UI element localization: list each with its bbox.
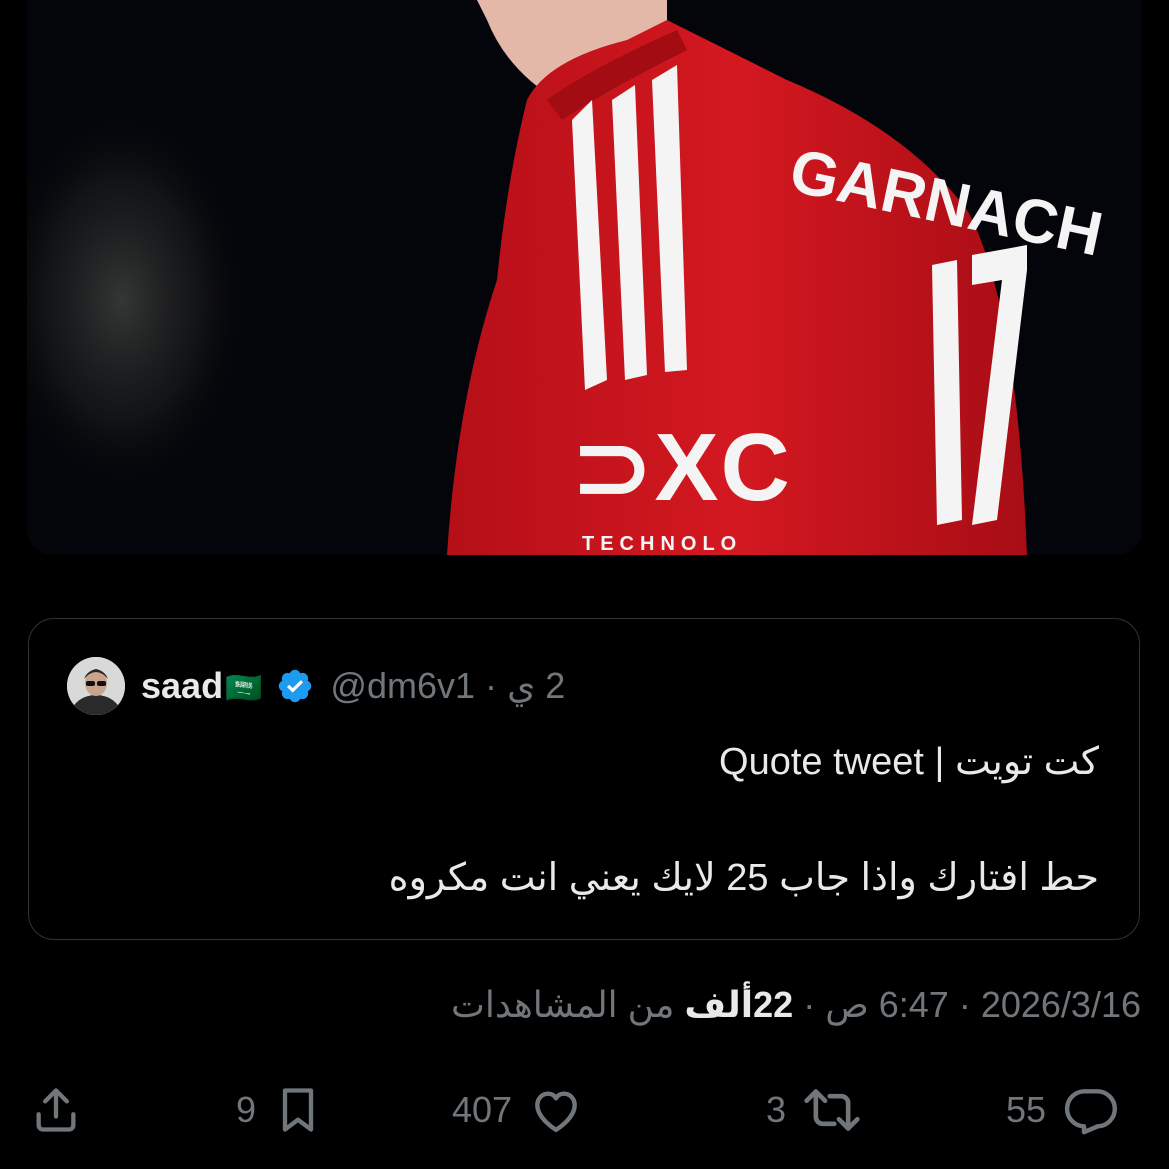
bookmark-button[interactable]: 9 [236,1082,324,1138]
quoted-tweet-text-line-1: كت تويت | Quote tweet [719,741,1099,783]
reply-count: 55 [1006,1089,1047,1130]
handle-text: @dm6v1 [330,665,476,706]
separator-dot: · [803,984,816,1025]
display-name[interactable]: saad [141,665,223,707]
svg-text:TECHNOLO: TECHNOLO [582,533,742,555]
jersey-photo: GARNACH ⊃XC TECHNOLO [27,0,1142,555]
share-upload-icon [30,1084,82,1136]
bookmark-count: 9 [236,1089,257,1130]
bookmark-icon [272,1084,324,1136]
quoted-tweet-header: saad 🇸🇦 @dm6v1 · 2 ي [67,656,565,716]
handle[interactable]: @dm6v1 · 2 ي [330,665,565,707]
retweet-icon [802,1082,862,1138]
like-count: 407 [452,1089,513,1130]
time-ago: 2 ي [507,665,566,706]
tweet-meta-line: 2026/3/16 · 6:47 ص · 22ألف من المشاهدات [451,984,1141,1026]
separator-dot: · [958,984,971,1025]
retweet-button[interactable]: 3 [766,1082,862,1138]
reply-bubble-icon [1062,1082,1120,1138]
avatar[interactable] [67,657,125,715]
heart-icon [528,1082,584,1138]
tweet-time[interactable]: 6:47 ص [825,984,949,1025]
views-count[interactable]: 22 [753,984,793,1025]
separator-dot: · [485,665,498,706]
retweet-count: 3 [766,1089,787,1130]
verified-badge-icon [276,667,314,705]
quoted-tweet-card[interactable]: saad 🇸🇦 @dm6v1 · 2 ي كت تويت | Quote twe… [28,618,1140,940]
flag-emoji: 🇸🇦 [225,671,263,705]
quoted-tweet-text-line-2: حط افتارك واذا جاب 25 لايك يعني انت مكرو… [388,857,1099,899]
svg-text:⊃XC: ⊃XC [572,414,792,521]
like-button[interactable]: 407 [452,1082,584,1138]
views-label: من المشاهدات [451,984,675,1025]
tweet-media-image[interactable]: GARNACH ⊃XC TECHNOLO [27,0,1142,555]
tweet-date[interactable]: 2026/3/16 [981,984,1141,1025]
share-button[interactable] [30,1082,82,1138]
views-unit: ألف [684,984,754,1025]
reply-button[interactable]: 55 [1006,1082,1120,1138]
